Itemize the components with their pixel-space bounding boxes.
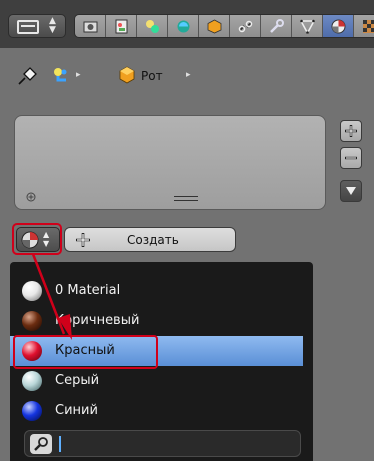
search-icon (30, 434, 52, 454)
slot-menu-button[interactable] (340, 180, 362, 202)
properties-tabs (74, 14, 374, 38)
breadcrumb-separator: ▸ (76, 70, 81, 80)
menu-item-material-4[interactable]: Синий (10, 396, 313, 426)
tab-object-data[interactable] (199, 15, 230, 37)
tab-modifiers[interactable] (261, 15, 292, 37)
tab-scene[interactable] (106, 15, 137, 37)
menu-item-material-3[interactable]: Серый (10, 366, 313, 396)
menu-item-label: Серый (55, 373, 100, 388)
world-icon (146, 20, 159, 33)
annotation-highlight-selected (13, 335, 158, 369)
properties-editor-icon (17, 20, 39, 34)
tab-world[interactable] (137, 15, 168, 37)
editor-type-button[interactable]: ▲ ▼ (8, 14, 66, 38)
scene-icon (115, 19, 128, 34)
tab-material[interactable] (323, 15, 354, 37)
mesh-icon (119, 66, 135, 84)
material-swatch-icon (22, 371, 42, 391)
plus-icon (345, 125, 357, 137)
material-icon (331, 19, 346, 34)
tab-object[interactable] (168, 15, 199, 37)
material-swatch-icon (22, 401, 42, 421)
object-icon (177, 20, 190, 33)
down-triangle-icon (346, 187, 356, 195)
remove-slot-button[interactable] (340, 147, 362, 169)
add-slot-button[interactable] (340, 120, 362, 142)
mesh-data-icon (300, 19, 315, 34)
pin-icon[interactable] (16, 66, 38, 86)
new-material-label: Создать (127, 233, 179, 247)
text-caret (59, 436, 61, 452)
resize-grip[interactable] (174, 196, 198, 201)
tab-mesh-data[interactable] (292, 15, 323, 37)
up-down-arrows-icon: ▲ ▼ (49, 16, 56, 35)
material-swatch-icon (22, 311, 42, 331)
constraints-icon (238, 20, 253, 33)
menu-item-label: Коричневый (55, 313, 140, 328)
material-swatch-icon (22, 281, 42, 301)
tab-render[interactable] (75, 15, 106, 37)
tab-constraints[interactable] (230, 15, 261, 37)
object-icon (54, 68, 67, 82)
search-input[interactable] (65, 433, 295, 455)
annotation-highlight-browse (12, 223, 62, 255)
menu-item-material-1[interactable]: Коричневый (10, 306, 313, 336)
render-icon (83, 21, 98, 33)
texture-icon (363, 20, 374, 33)
menu-item-label: Синий (55, 403, 98, 418)
minus-icon (345, 156, 357, 160)
plus-icon (76, 233, 90, 247)
modifier-wrench-icon (270, 19, 284, 33)
plus-small-icon (26, 192, 36, 202)
breadcrumb-separator: ▸ (186, 70, 191, 80)
breadcrumb-object-name[interactable]: Рот (141, 69, 163, 83)
menu-search-field[interactable] (24, 430, 301, 457)
new-material-button[interactable]: Создать (64, 227, 236, 252)
menu-item-material-0[interactable]: 0 Material (10, 276, 313, 306)
material-slot-list[interactable] (14, 115, 326, 210)
menu-item-label: 0 Material (55, 283, 121, 298)
properties-tab-bar: ▲ ▼ (0, 0, 374, 48)
object-data-icon (207, 19, 222, 34)
tab-texture[interactable] (354, 15, 374, 37)
